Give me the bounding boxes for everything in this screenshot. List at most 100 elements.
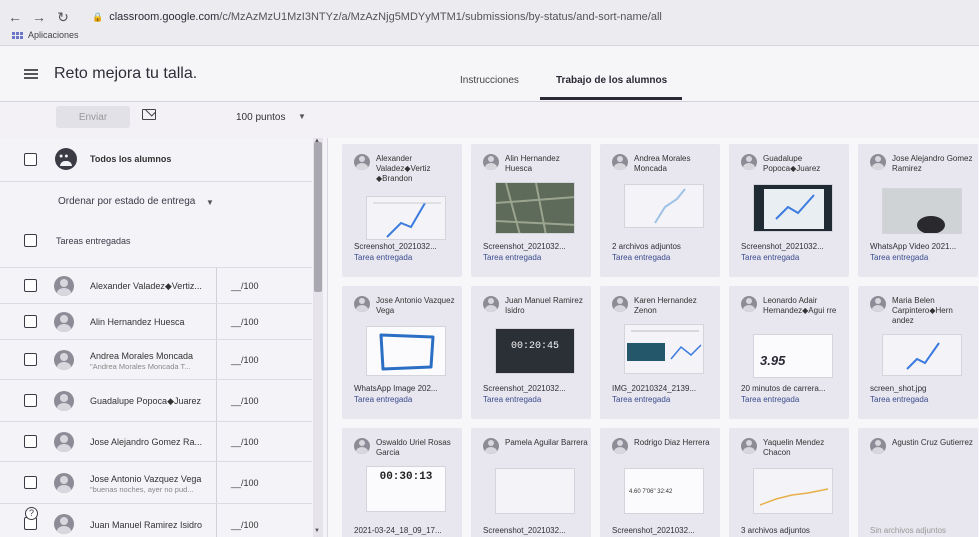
attachment-name[interactable]: 20 minutos de carrera...: [741, 384, 849, 393]
avatar: [354, 154, 370, 170]
student-checkbox[interactable]: [24, 315, 37, 328]
student-row[interactable]: Jose Antonio Vazquez Vega "buenas noches…: [0, 462, 312, 504]
grade-value[interactable]: __/100: [231, 317, 259, 327]
scroll-thumb[interactable]: [314, 142, 322, 292]
grade-cell[interactable]: __/100: [216, 268, 259, 303]
attachment-name[interactable]: WhatsApp Image 202...: [354, 384, 462, 393]
scroll-down-icon[interactable]: ▼: [314, 528, 320, 534]
submission-card[interactable]: Maria Belen Carpintero◆Hern andez screen…: [858, 286, 978, 419]
submission-card[interactable]: Oswaldo Uriel Rosas Garcia 00:30:13 2021…: [342, 428, 462, 537]
reload-icon[interactable]: ↻: [56, 9, 70, 26]
address-bar[interactable]: 🔒 classroom.google.com/c/MzAzMzU1MzI3NTY…: [92, 6, 972, 28]
sort-dropdown[interactable]: Ordenar por estado de entrega: [58, 196, 195, 207]
chevron-down-icon[interactable]: ▼: [206, 198, 214, 207]
student-row[interactable]: Jose Alejandro Gomez Ra... __/100: [0, 422, 312, 462]
student-row[interactable]: Andrea Morales Moncada "Andrea Morales M…: [0, 340, 312, 380]
attachment-name[interactable]: Screenshot_2021032...: [483, 384, 591, 393]
attachment-thumbnail[interactable]: 00:30:13: [366, 466, 446, 512]
student-checkbox[interactable]: [24, 394, 37, 407]
status-label: Tarea entregada: [483, 395, 542, 404]
attachment-thumbnail[interactable]: [495, 468, 575, 514]
video-thumbnail-graphic: [883, 189, 961, 233]
attachment-name[interactable]: 2021-03-24_18_09_17...: [354, 526, 462, 535]
student-name: Juan Manuel Ramirez Isidro: [505, 296, 583, 315]
attachment-thumbnail[interactable]: 4.60 7'06" 32:42: [624, 468, 704, 514]
menu-icon[interactable]: [24, 69, 38, 79]
grade-value[interactable]: __/100: [231, 478, 259, 488]
attachment-thumbnail[interactable]: [882, 334, 962, 376]
grade-cell[interactable]: __/100: [216, 504, 259, 537]
bookmark-apps[interactable]: Aplicaciones: [28, 30, 79, 40]
avatar: [483, 438, 499, 454]
student-checkbox[interactable]: [24, 476, 37, 489]
student-row[interactable]: Alin Hernandez Huesca __/100: [0, 304, 312, 340]
tab-instructions[interactable]: Instrucciones: [460, 75, 519, 86]
attachment-thumbnail[interactable]: 3.95: [753, 334, 833, 378]
submission-card[interactable]: Agustin Cruz Gutierrez Sin archivos adju…: [858, 428, 978, 537]
grade-cell[interactable]: __/100: [216, 304, 259, 339]
submission-card[interactable]: Juan Manuel Ramirez Isidro 00:20:45 Scre…: [471, 286, 591, 419]
grade-value[interactable]: __/100: [231, 355, 259, 365]
attachment-thumbnail[interactable]: [495, 182, 575, 234]
status-label: Tarea entregada: [612, 395, 671, 404]
submission-card[interactable]: Guadalupe Popoca◆Juarez Screenshot_20210…: [729, 144, 849, 277]
submission-card[interactable]: Jose Alejandro Gomez Ramirez WhatsApp Vi…: [858, 144, 978, 277]
grade-cell[interactable]: __/100: [216, 380, 259, 421]
select-all-checkbox[interactable]: [24, 153, 37, 166]
attachment-name[interactable]: screen_shot.jpg: [870, 384, 978, 393]
grade-cell[interactable]: __/100: [216, 422, 259, 461]
chevron-down-icon[interactable]: ▼: [298, 112, 306, 121]
attachment-name[interactable]: Screenshot_2021032...: [354, 242, 462, 251]
points-select[interactable]: 100 puntos: [236, 112, 286, 123]
student-checkbox[interactable]: [24, 435, 37, 448]
grade-cell[interactable]: __/100: [216, 340, 259, 379]
browser-chrome: ← → ↻ 🔒 classroom.google.com/c/MzAzMzU1M…: [0, 0, 979, 46]
submission-card[interactable]: Jose Antonio Vazquez Vega WhatsApp Image…: [342, 286, 462, 419]
sort-row[interactable]: Ordenar por estado de entrega ▼: [0, 182, 312, 222]
student-checkbox[interactable]: [24, 279, 37, 292]
attachment-name[interactable]: WhatsApp Video 2021...: [870, 242, 978, 251]
all-students-row[interactable]: Todos los alumnos: [0, 138, 312, 182]
scrollbar[interactable]: ▲ ▼: [313, 138, 323, 537]
send-button[interactable]: Enviar: [56, 106, 130, 128]
section-checkbox[interactable]: [24, 234, 37, 247]
attachment-thumbnail[interactable]: [753, 184, 833, 232]
attachment-thumbnail[interactable]: [366, 196, 446, 240]
student-row[interactable]: Alexander Valadez◆Vertiz... __/100: [0, 268, 312, 304]
submission-card[interactable]: Rodrigo Diaz Herrera 4.60 7'06" 32:42 Sc…: [600, 428, 720, 537]
attachment-thumbnail[interactable]: [882, 188, 962, 234]
submission-card[interactable]: Alin Hernandez Huesca Screenshot_2021032…: [471, 144, 591, 277]
grade-value[interactable]: __/100: [231, 437, 259, 447]
email-icon[interactable]: [142, 109, 156, 120]
tab-student-work[interactable]: Trabajo de los alumnos: [556, 75, 667, 86]
grade-value[interactable]: __/100: [231, 396, 259, 406]
submission-card[interactable]: Yaquelin Mendez Chacon 3 archivos adjunt…: [729, 428, 849, 537]
submission-card[interactable]: Leonardo Adair Hernandez◆Agui rre 3.95 2…: [729, 286, 849, 419]
back-icon[interactable]: ←: [8, 9, 22, 26]
student-row[interactable]: Guadalupe Popoca◆Juarez __/100: [0, 380, 312, 422]
student-row[interactable]: Juan Manuel Ramirez Isidro __/100: [0, 504, 312, 537]
grade-value[interactable]: __/100: [231, 281, 259, 291]
submission-card[interactable]: Pamela Aguilar Barrera Screenshot_202103…: [471, 428, 591, 537]
attachment-thumbnail[interactable]: 00:20:45: [495, 328, 575, 374]
student-checkbox[interactable]: [24, 353, 37, 366]
attachment-thumbnail[interactable]: [624, 324, 704, 374]
attachment-name[interactable]: 2 archivos adjuntos: [612, 242, 720, 251]
attachment-name[interactable]: Screenshot_2021032...: [741, 242, 849, 251]
attachment-name[interactable]: Screenshot_2021032...: [612, 526, 720, 535]
submission-card[interactable]: Karen Hernandez Zenon IMG_20210324_2139.…: [600, 286, 720, 419]
attachment-name[interactable]: Screenshot_2021032...: [483, 526, 591, 535]
attachment-thumbnail[interactable]: [366, 326, 446, 376]
status-label: Tarea entregada: [354, 395, 413, 404]
submission-card[interactable]: Andrea Morales Moncada 2 archivos adjunt…: [600, 144, 720, 277]
attachment-name[interactable]: IMG_20210324_2139...: [612, 384, 720, 393]
grade-cell[interactable]: __/100: [216, 462, 259, 503]
help-icon[interactable]: ?: [25, 507, 38, 520]
attachment-name[interactable]: Screenshot_2021032...: [483, 242, 591, 251]
submission-card[interactable]: Alexander Valadez◆Vertiz ◆Brandon Screen…: [342, 144, 462, 277]
attachment-thumbnail[interactable]: [624, 184, 704, 228]
attachment-thumbnail[interactable]: [753, 468, 833, 514]
attachment-name[interactable]: 3 archivos adjuntos: [741, 526, 849, 535]
forward-icon[interactable]: →: [32, 9, 46, 26]
grade-value[interactable]: __/100: [231, 520, 259, 530]
